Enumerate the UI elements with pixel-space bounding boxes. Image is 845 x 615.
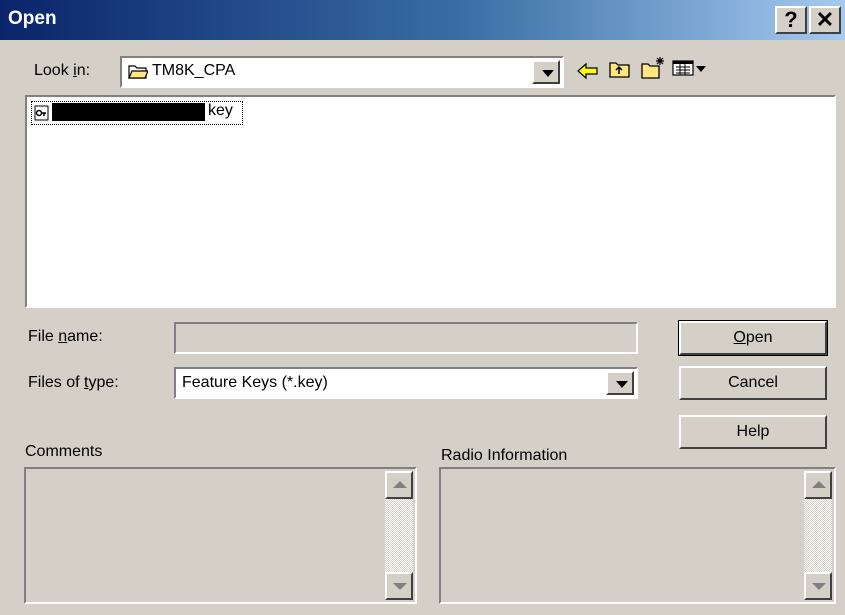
file-name-input[interactable] (174, 322, 638, 354)
folder-icon (128, 65, 148, 79)
look-in-dropdown-arrow[interactable] (532, 60, 560, 84)
view-menu-icon[interactable] (672, 59, 708, 79)
scroll-down-icon[interactable] (804, 572, 832, 600)
help-title-button[interactable]: ? (775, 6, 807, 34)
scroll-up-icon[interactable] (804, 471, 832, 499)
comments-box[interactable] (24, 467, 417, 604)
help-button[interactable]: Help (679, 415, 827, 449)
open-button[interactable]: Open (678, 320, 828, 356)
key-file-icon (34, 105, 49, 121)
comments-scrollbar[interactable] (385, 471, 413, 600)
look-in-dropdown[interactable]: TM8K_CPA (120, 56, 564, 88)
comments-label: Comments (25, 443, 103, 460)
file-type-label: Files of type: (28, 374, 119, 391)
file-list[interactable]: key (25, 95, 836, 308)
radio-info-box[interactable] (439, 467, 836, 604)
radio-info-label: Radio Information (441, 447, 568, 464)
file-type-value: Feature Keys (*.key) (182, 374, 328, 391)
radio-info-scrollbar[interactable] (804, 471, 832, 600)
file-name: key (208, 102, 233, 119)
up-folder-icon[interactable] (608, 58, 632, 80)
scroll-up-icon[interactable] (385, 471, 413, 499)
look-in-label: Look in: (34, 62, 91, 79)
look-in-value: TM8K_CPA (152, 62, 236, 79)
file-name-label: File name: (28, 328, 103, 345)
scroll-down-icon[interactable] (385, 572, 413, 600)
list-item[interactable]: key (31, 101, 243, 125)
file-type-dropdown[interactable]: Feature Keys (*.key) (174, 367, 638, 399)
new-folder-icon[interactable] (640, 56, 666, 80)
window-title: Open (8, 8, 57, 29)
cancel-button[interactable]: Cancel (679, 366, 827, 400)
title-bar: Open ? ✕ (0, 0, 845, 40)
close-button[interactable]: ✕ (809, 6, 841, 34)
redacted-filename (52, 103, 205, 121)
file-type-dropdown-arrow[interactable] (606, 371, 634, 395)
back-arrow-icon[interactable] (576, 60, 600, 82)
